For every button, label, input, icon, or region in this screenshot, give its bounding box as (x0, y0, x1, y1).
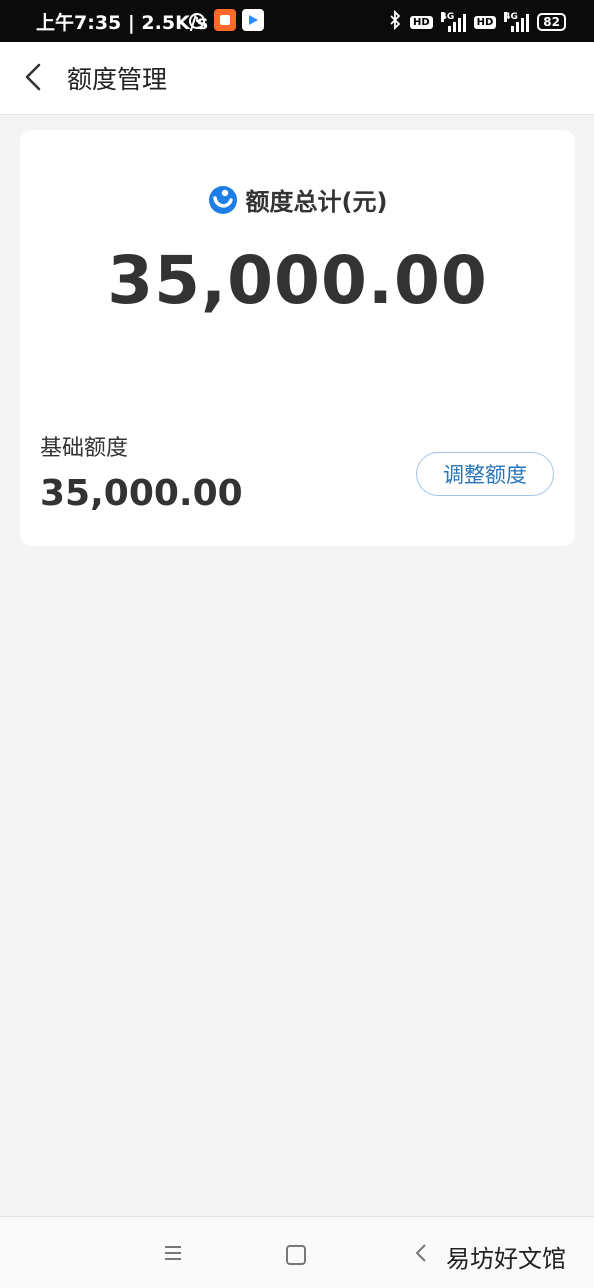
status-time: 上午7:35 | 2.5K/s (36, 12, 209, 34)
home-icon[interactable] (286, 1245, 306, 1265)
signal-icon: 4G (440, 12, 466, 32)
menu-icon[interactable] (163, 1244, 183, 1266)
system-nav-bar: 易坊好文馆 (0, 1216, 594, 1288)
page-title: 额度管理 (67, 65, 168, 94)
total-quota-label: 额度总计(元) (245, 188, 388, 216)
alarm-icon (186, 9, 208, 31)
total-quota-amount: 35,000.00 (107, 242, 488, 319)
adjust-quota-button[interactable]: 调整额度 (416, 452, 554, 496)
page-header: 额度管理 (0, 42, 594, 115)
nav-back-icon[interactable] (413, 1241, 429, 1269)
chevron-left-icon (25, 63, 41, 91)
quota-card: 额度总计(元) 35,000.00 基础额度 35,000.00 调整额度 (20, 130, 575, 546)
total-quota-header: 额度总计(元) (20, 182, 575, 217)
status-left-icons (186, 9, 264, 31)
base-quota-label: 基础额度 (40, 436, 129, 461)
app-notification-icon (214, 9, 236, 31)
brand-logo-icon (208, 185, 237, 214)
status-bar: 上午7:35 | 2.5K/s HD 4G HD 4G 82 (0, 0, 594, 42)
signal-icon-2: 4G (504, 12, 530, 32)
watermark-text: 易坊好文馆 (446, 1245, 566, 1273)
play-store-icon (242, 9, 264, 31)
hd-icon: HD (409, 15, 433, 29)
hd-icon-2: HD (473, 15, 497, 29)
status-right-icons: HD 4G HD 4G 82 (388, 9, 566, 34)
bluetooth-icon (388, 9, 402, 34)
base-quota-amount: 35,000.00 (40, 473, 243, 514)
battery-icon: 82 (537, 13, 566, 31)
back-button[interactable] (18, 60, 52, 94)
